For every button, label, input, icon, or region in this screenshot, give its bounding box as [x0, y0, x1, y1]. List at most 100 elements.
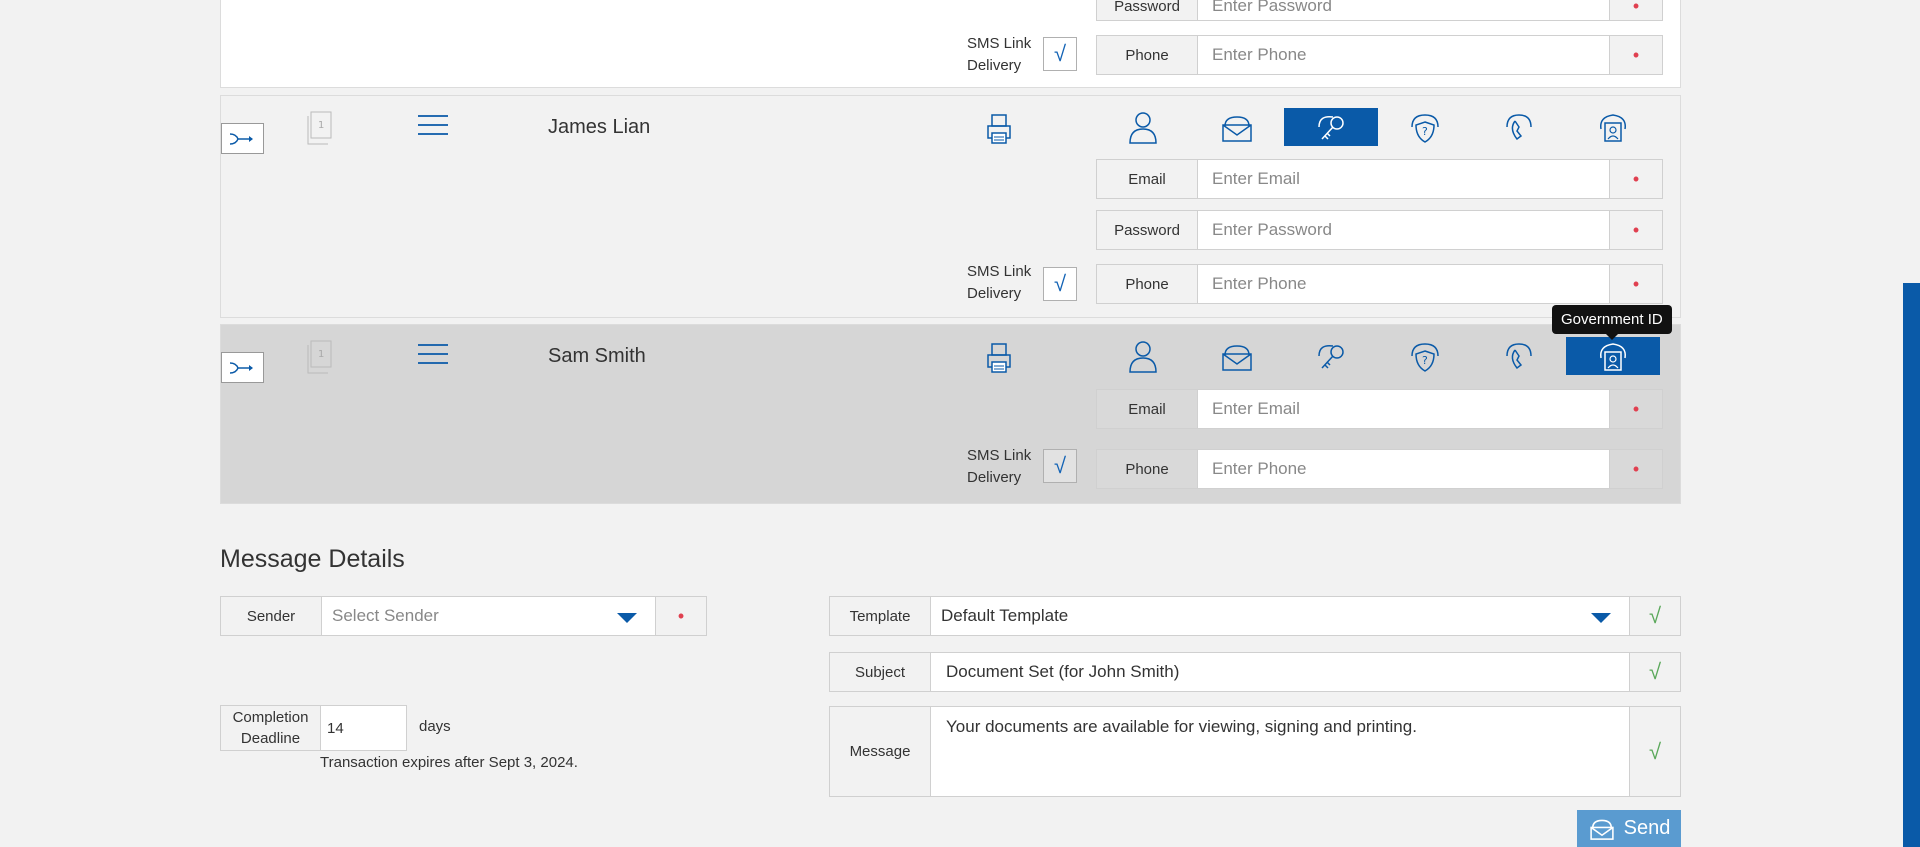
email-label: Email [1097, 390, 1198, 428]
sms-link-delivery-label: SMS Link Delivery [967, 263, 1032, 302]
subject-label: Subject [830, 653, 931, 691]
template-value: Default Template [941, 606, 1069, 625]
completion-deadline-label: Completion Deadline [221, 706, 321, 750]
checkmark-icon: √ [1053, 271, 1067, 296]
phone-input[interactable]: Enter Phone [1198, 450, 1609, 488]
password-label: Password [1097, 0, 1198, 20]
checkmark-icon: √ [1629, 707, 1680, 796]
message-details-title: Message Details [220, 545, 405, 573]
signer-name: James Lian [548, 116, 651, 138]
template-field[interactable]: Template Default Template √ [829, 596, 1681, 636]
government-id-tooltip: Government ID [1552, 305, 1672, 340]
sms-link-delivery-checkbox[interactable]: √ [1043, 449, 1077, 483]
menu-icon[interactable] [417, 343, 449, 365]
required-marker: • [655, 597, 706, 635]
phone-label: Phone [1097, 265, 1198, 303]
auth-government-id-button[interactable] [1566, 337, 1660, 375]
phone-field[interactable]: Phone Enter Phone • [1096, 264, 1663, 304]
auth-email-button[interactable] [1190, 108, 1284, 146]
phone-icon [1506, 114, 1532, 141]
email-input[interactable]: Enter Email [1198, 160, 1609, 198]
email-label: Email [1097, 160, 1198, 198]
message-textarea[interactable]: Your documents are available for viewing… [931, 707, 1629, 796]
phone-label: Phone [1097, 36, 1198, 74]
subject-field[interactable]: Subject Document Set (for John Smith) √ [829, 652, 1681, 692]
phone-field[interactable]: Phone Enter Phone • [1096, 35, 1663, 75]
completion-deadline-group: Completion Deadline 14 [220, 705, 407, 751]
phone-label: Phone [1097, 450, 1198, 488]
auth-person-button[interactable] [1096, 337, 1190, 375]
sender-field[interactable]: Sender Select Sender • [220, 596, 707, 636]
subject-input[interactable]: Document Set (for John Smith) [931, 653, 1629, 691]
menu-icon[interactable] [417, 114, 449, 136]
document-count: 1 [318, 120, 324, 131]
auth-key-button[interactable] [1284, 337, 1378, 375]
svg-text:?: ? [1422, 125, 1428, 138]
key-icon [1318, 115, 1344, 140]
route-arrow-icon [229, 361, 253, 374]
chevron-down-icon[interactable] [617, 613, 637, 623]
person-icon [1129, 112, 1157, 144]
sms-link-delivery-label: SMS Link Delivery [967, 35, 1032, 74]
required-marker: • [1609, 211, 1662, 249]
signer-name: Sam Smith [548, 345, 646, 367]
government-id-icon [1600, 343, 1626, 371]
chevron-down-icon[interactable] [1591, 613, 1611, 623]
auth-email-button[interactable] [1190, 337, 1284, 375]
template-select[interactable]: Default Template [931, 597, 1629, 635]
completion-deadline-input[interactable]: 14 [321, 706, 406, 750]
sms-link-delivery-label: SMS Link Delivery [967, 447, 1032, 486]
person-icon [1129, 341, 1157, 373]
route-arrow-icon [229, 132, 253, 145]
template-label: Template [830, 597, 931, 635]
auth-phone-button[interactable] [1472, 108, 1566, 146]
message-field[interactable]: Message Your documents are available for… [829, 706, 1681, 797]
sms-link-delivery-checkbox[interactable]: √ [1043, 37, 1077, 71]
shield-question-icon: ? [1411, 114, 1439, 143]
auth-security-question-button[interactable]: ? [1378, 108, 1472, 146]
scrollbar-thumb[interactable] [1903, 283, 1920, 847]
password-input[interactable]: Enter Password [1198, 0, 1609, 20]
routing-button[interactable] [221, 123, 264, 154]
email-field[interactable]: Email Enter Email • [1096, 159, 1663, 199]
auth-government-id-button[interactable] [1566, 108, 1660, 146]
envelope-icon [1222, 345, 1252, 371]
auth-security-question-button[interactable]: ? [1378, 337, 1472, 375]
password-field[interactable]: Password Enter Password • [1096, 0, 1663, 21]
sms-link-delivery-checkbox[interactable]: √ [1043, 267, 1077, 301]
password-field[interactable]: Password Enter Password • [1096, 210, 1663, 250]
checkmark-icon: √ [1629, 597, 1680, 635]
email-input[interactable]: Enter Email [1198, 390, 1609, 428]
send-label: Send [1623, 817, 1671, 839]
sender-select[interactable]: Select Sender [322, 597, 655, 635]
required-marker: • [1609, 390, 1662, 428]
required-marker: • [1609, 450, 1662, 488]
required-marker: • [1609, 36, 1662, 74]
document-count: 1 [318, 349, 324, 360]
auth-phone-button[interactable] [1472, 337, 1566, 375]
routing-button[interactable] [221, 352, 264, 383]
message-label: Message [830, 707, 931, 796]
document-count-icon: 1 [306, 111, 334, 145]
checkmark-icon: √ [1053, 453, 1067, 478]
required-marker: • [1609, 0, 1662, 20]
phone-input[interactable]: Enter Phone [1198, 36, 1609, 74]
phone-field[interactable]: Phone Enter Phone • [1096, 449, 1663, 489]
envelope-icon [1222, 116, 1252, 142]
send-button[interactable]: Send [1577, 810, 1681, 847]
svg-text:?: ? [1422, 354, 1428, 367]
document-count-icon: 1 [306, 340, 334, 374]
auth-person-button[interactable] [1096, 108, 1190, 146]
shield-question-icon: ? [1411, 343, 1439, 372]
required-marker: • [1609, 160, 1662, 198]
expiry-text: Transaction expires after Sept 3, 2024. [320, 754, 578, 771]
government-id-icon [1600, 114, 1626, 142]
email-field[interactable]: Email Enter Email • [1096, 389, 1663, 429]
phone-input[interactable]: Enter Phone [1198, 265, 1609, 303]
printer-icon[interactable] [981, 111, 1017, 147]
auth-key-button[interactable] [1284, 108, 1378, 146]
checkmark-icon: √ [1629, 653, 1680, 691]
printer-icon[interactable] [981, 340, 1017, 376]
password-input[interactable]: Enter Password [1198, 211, 1609, 249]
signer-card: 1 James Lian ? Email Enter Email • Passw… [220, 95, 1681, 318]
